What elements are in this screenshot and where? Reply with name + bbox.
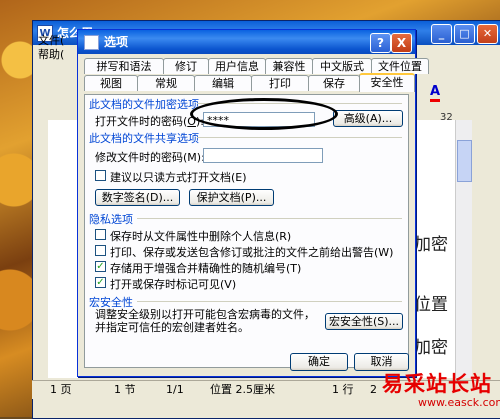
watermark-logo: 易采站长站: [382, 371, 492, 396]
modify-password-label: 修改文件时的密码(M):: [95, 151, 205, 164]
tab-save[interactable]: 保存: [308, 75, 360, 91]
word-window-controls: _ □ ✕: [431, 24, 498, 44]
privacy-section-title: 隐私选项: [89, 213, 133, 226]
tabs-row-2: 视图 常规 编辑 打印 保存 安全性: [84, 73, 415, 92]
share-section-title: 此文档的文件共享选项: [89, 132, 199, 145]
dialog-icon: [84, 35, 99, 50]
doc-text-2: 位置: [414, 295, 448, 315]
macro-security-button[interactable]: 宏安全性(S)...: [325, 313, 403, 330]
close-icon[interactable]: ✕: [477, 24, 498, 44]
privacy-checkbox-2[interactable]: [95, 245, 106, 256]
security-panel: 此文档的文件加密选项 打开文件时的密码(O): **** 高级(A)... 此文…: [84, 94, 409, 368]
tab-view[interactable]: 视图: [84, 75, 138, 91]
status-section: 1 节: [114, 383, 136, 396]
status-page-of: 1/1: [166, 383, 184, 396]
digital-signature-button[interactable]: 数字签名(D)...: [95, 189, 180, 206]
status-line: 1 行: [332, 383, 354, 396]
tab-spelling[interactable]: 拼写和语法: [84, 58, 164, 74]
doc-text-1: 加密: [414, 235, 448, 255]
help-button[interactable]: ?: [370, 33, 391, 53]
dialog-title-bar: 选项 ? X: [78, 30, 415, 54]
tab-user-info[interactable]: 用户信息: [208, 58, 266, 74]
doc-text-3: 加密: [414, 338, 448, 358]
privacy-option-4: 打开或保存时标记可见(V): [110, 278, 237, 291]
protect-document-button[interactable]: 保护文档(P)...: [189, 189, 274, 206]
tab-compatibility[interactable]: 兼容性: [265, 58, 313, 74]
watermark-url: www.easck.com: [418, 396, 500, 409]
options-dialog: 选项 ? X 拼写和语法 修订 用户信息 兼容性 中文版式 文件位置 视图 常规…: [77, 29, 429, 377]
highlight-oval: [190, 98, 338, 130]
dialog-title: 选项: [104, 35, 129, 49]
privacy-option-1: 保存时从文件属性中删除个人信息(R): [110, 230, 292, 243]
divider: [137, 218, 402, 219]
menu-file[interactable]: 文件(: [38, 34, 78, 47]
tab-general[interactable]: 常规: [137, 75, 195, 91]
tab-print[interactable]: 打印: [251, 75, 309, 91]
readonly-label: 建议以只读方式打开文档(E): [110, 171, 247, 184]
tab-security[interactable]: 安全性: [359, 73, 415, 92]
maximize-icon[interactable]: □: [454, 24, 475, 44]
privacy-checkbox-1[interactable]: [95, 229, 106, 240]
menu-help[interactable]: 帮助(: [38, 48, 78, 61]
vertical-scrollbar[interactable]: [455, 120, 472, 378]
privacy-option-2: 打印、保存或发送包含修订或批注的文件之前给出警告(W): [110, 246, 394, 259]
tab-revisions[interactable]: 修订: [163, 58, 209, 74]
privacy-checkbox-3[interactable]: ✓: [95, 261, 106, 272]
open-password-label: 打开文件时的密码(O):: [95, 115, 204, 128]
minimize-icon[interactable]: _: [431, 24, 452, 44]
privacy-option-3: 存储用于增强合并精确性的随机编号(T): [110, 262, 302, 275]
modify-password-input[interactable]: [203, 148, 323, 163]
status-page: 1 页: [50, 383, 72, 396]
status-position: 位置 2.5厘米: [210, 383, 275, 396]
tab-file-locations[interactable]: 文件位置: [371, 58, 429, 74]
ok-button[interactable]: 确定: [290, 353, 348, 371]
privacy-checkbox-4[interactable]: ✓: [95, 277, 106, 288]
tab-chinese-layout[interactable]: 中文版式: [312, 58, 372, 74]
divider: [197, 137, 402, 138]
macro-description: 调整安全级别以打开可能包含宏病毒的文件，并指定可信任的宏创建者姓名。: [95, 308, 315, 334]
font-color-icon[interactable]: A: [430, 84, 441, 102]
advanced-button[interactable]: 高级(A)...: [333, 110, 403, 127]
status-col: 2: [370, 383, 377, 396]
close-button[interactable]: X: [391, 33, 412, 53]
tabs-row-1: 拼写和语法 修订 用户信息 兼容性 中文版式 文件位置: [84, 58, 429, 74]
tab-edit[interactable]: 编辑: [194, 75, 252, 91]
readonly-checkbox[interactable]: [95, 170, 106, 181]
encrypt-section-title: 此文档的文件加密选项: [89, 98, 199, 111]
divider: [137, 301, 402, 302]
scroll-thumb[interactable]: [457, 140, 472, 182]
